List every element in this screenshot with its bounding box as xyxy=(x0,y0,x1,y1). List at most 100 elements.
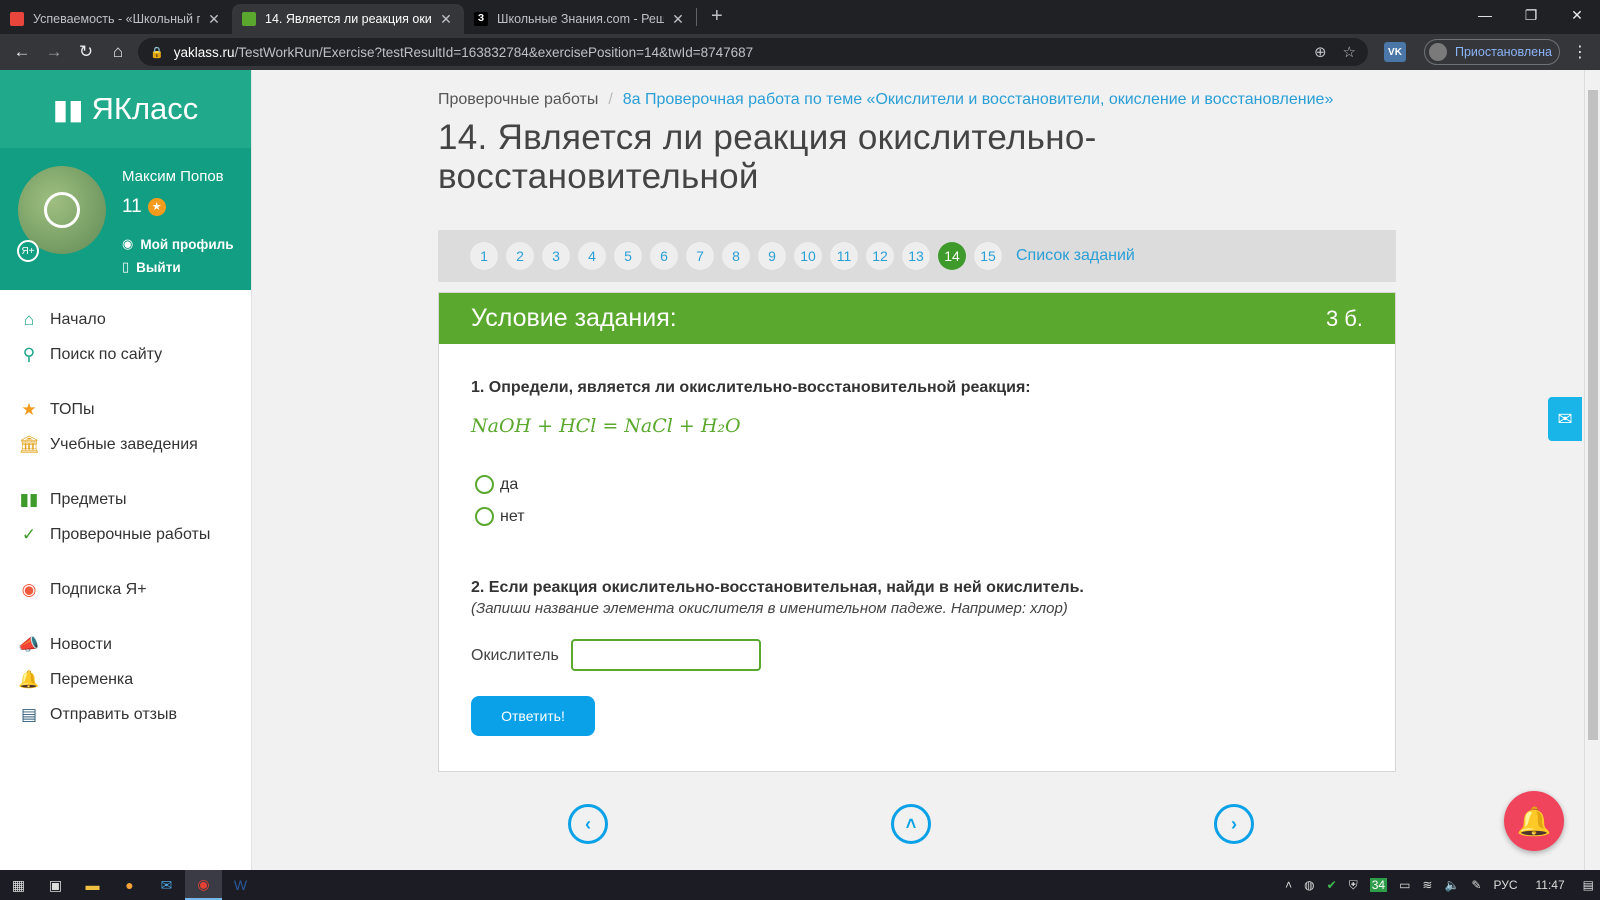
mail-icon[interactable]: ✉ xyxy=(1548,397,1582,441)
my-profile-link[interactable]: ◉ Мой профиль xyxy=(122,236,234,252)
sidebar-item-tests[interactable]: ✓ Проверочные работы xyxy=(0,517,251,552)
pager-item-13[interactable]: 13 xyxy=(902,242,930,270)
page-title: 14. Является ли реакция окислительно-вос… xyxy=(438,118,1097,196)
pager-item-11[interactable]: 11 xyxy=(830,242,858,270)
task-view-icon[interactable]: ▦ xyxy=(0,870,37,900)
ya-plus-badge-icon: Я+ xyxy=(17,240,39,262)
scrollbar-thumb[interactable] xyxy=(1588,90,1598,740)
reload-icon[interactable]: ↻ xyxy=(70,36,102,68)
task-list-link[interactable]: Список заданий xyxy=(1016,247,1135,265)
folder-icon[interactable]: ▬ xyxy=(74,870,111,900)
radio-no[interactable] xyxy=(475,507,494,526)
brand-logo[interactable]: ▮▮ ЯКласс xyxy=(0,70,251,148)
sidebar-item-break[interactable]: 🔔 Переменка xyxy=(0,662,251,697)
sidebar-item-schools[interactable]: 🏛 Учебные заведения xyxy=(0,427,251,462)
oxidizer-label: Окислитель xyxy=(471,647,559,664)
new-tab-icon[interactable]: + xyxy=(711,5,723,28)
close-window-icon[interactable]: ✕ xyxy=(1554,0,1600,30)
tray-badge[interactable]: 34 xyxy=(1369,878,1388,892)
browser-app-icon[interactable]: ● xyxy=(111,870,148,900)
option-no[interactable]: нет xyxy=(475,507,525,526)
profile-button[interactable]: Приостановлена xyxy=(1424,39,1560,65)
clock-time[interactable]: 11:47 xyxy=(1536,878,1565,892)
language-indicator[interactable]: РУС xyxy=(1493,878,1517,892)
wifi-icon[interactable]: ≋ xyxy=(1422,878,1432,892)
mail-app-icon[interactable]: ✉ xyxy=(148,870,185,900)
user-name[interactable]: Максим Попов xyxy=(122,168,224,185)
restore-icon[interactable]: ❐ xyxy=(1508,0,1554,30)
close-tab-icon[interactable]: ✕ xyxy=(670,11,686,28)
page-scrollbar[interactable] xyxy=(1584,70,1600,870)
my-profile-label: Мой профиль xyxy=(140,236,234,252)
action-center-icon[interactable]: ▤ xyxy=(1583,878,1594,892)
tab-separator xyxy=(696,8,697,26)
radio-yes[interactable] xyxy=(475,475,494,494)
address-bar[interactable]: 🔒 yaklass.ru /TestWorkRun/Exercise?testR… xyxy=(138,38,1368,66)
browser-tab-2[interactable]: 14. Является ли реакция окисли ✕ xyxy=(232,4,464,34)
oxidizer-input[interactable] xyxy=(571,639,761,671)
back-arrow-icon[interactable]: ← xyxy=(6,36,38,68)
pen-icon[interactable]: ✎ xyxy=(1471,878,1481,892)
option-yes[interactable]: да xyxy=(475,475,518,494)
word-app-icon[interactable]: W xyxy=(222,870,259,900)
battery-icon[interactable]: ▭ xyxy=(1399,878,1410,892)
sidebar-item-subscription[interactable]: ◉ Подписка Я+ xyxy=(0,572,251,607)
minimize-icon[interactable]: — xyxy=(1462,0,1508,30)
tab-title: Школьные Знания.com - Решае xyxy=(497,12,664,26)
pager-item-15[interactable]: 15 xyxy=(974,242,1002,270)
defender-icon[interactable]: ⛨ xyxy=(1349,878,1358,893)
home-button-icon[interactable]: ⌂ xyxy=(102,36,134,68)
pager-item-9[interactable]: 9 xyxy=(758,242,786,270)
profile-avatar xyxy=(1429,43,1447,61)
sidebar-item-search[interactable]: ⚲ Поиск по сайту xyxy=(0,337,251,372)
close-tab-icon[interactable]: ✕ xyxy=(438,11,454,28)
logout-link[interactable]: ▯ Выйти xyxy=(122,259,181,275)
chrome-app-icon[interactable]: ◉ xyxy=(185,870,222,900)
menu-kebab-icon[interactable]: ⋮ xyxy=(1572,42,1588,62)
shield-check-icon[interactable]: ✔ xyxy=(1327,878,1337,892)
pager-item-10[interactable]: 10 xyxy=(794,242,822,270)
pager-item-2[interactable]: 2 xyxy=(506,242,534,270)
menu-gap xyxy=(0,552,251,572)
close-tab-icon[interactable]: ✕ xyxy=(206,11,222,28)
vk-extension-icon[interactable]: VK xyxy=(1384,42,1406,62)
tray-expand-icon[interactable]: ˄ xyxy=(1285,878,1292,892)
browser-tab-3[interactable]: З Школьные Знания.com - Решае ✕ xyxy=(464,4,696,34)
bookmark-star-icon[interactable]: ☆ xyxy=(1343,43,1356,61)
pager-item-7[interactable]: 7 xyxy=(686,242,714,270)
pager-item-12[interactable]: 12 xyxy=(866,242,894,270)
next-task-icon[interactable]: › xyxy=(1214,804,1254,844)
sidebar-item-home[interactable]: ⌂ Начало xyxy=(0,302,251,337)
add-icon[interactable]: ⊕ xyxy=(1314,43,1327,61)
pager-item-5[interactable]: 5 xyxy=(614,242,642,270)
network-globe-icon[interactable]: ◍ xyxy=(1304,878,1314,892)
user-profile-panel: Я+ Максим Попов 11 ★ ◉ Мой профиль ▯ Вый… xyxy=(0,148,251,290)
sidebar-item-news[interactable]: 📣 Новости xyxy=(0,627,251,662)
school-favicon-icon xyxy=(10,12,24,26)
breadcrumb-root[interactable]: Проверочные работы xyxy=(438,91,598,108)
clock-icon xyxy=(44,192,80,228)
pager-item-8[interactable]: 8 xyxy=(722,242,750,270)
submit-answer-button[interactable]: Ответить! xyxy=(471,696,595,736)
sidebar-item-feedback[interactable]: ▤ Отправить отзыв xyxy=(0,697,251,732)
prev-task-icon[interactable]: ‹ xyxy=(568,804,608,844)
url-host: yaklass.ru xyxy=(173,44,235,60)
option-label: нет xyxy=(500,507,525,525)
breadcrumb-current[interactable]: 8а Проверочная работа по теме «Окислител… xyxy=(623,91,1334,108)
pager-item-3[interactable]: 3 xyxy=(542,242,570,270)
pager-item-1[interactable]: 1 xyxy=(470,242,498,270)
question-1: 1. Определи, является ли окислительно-во… xyxy=(471,379,1031,396)
star-icon: ★ xyxy=(21,399,37,419)
pager-item-6[interactable]: 6 xyxy=(650,242,678,270)
volume-icon[interactable]: 🔈 xyxy=(1444,878,1459,892)
window-controls: — ❐ ✕ xyxy=(1462,0,1600,30)
browser-tab-1[interactable]: Успеваемость - «Школьный пор ✕ xyxy=(0,4,232,34)
pager-item-14[interactable]: 14 xyxy=(938,242,966,270)
store-icon[interactable]: ▣ xyxy=(37,870,74,900)
forward-arrow-icon[interactable]: → xyxy=(38,36,70,68)
up-icon[interactable]: ˄ xyxy=(891,804,931,844)
sidebar-item-tops[interactable]: ★ ТОПы xyxy=(0,392,251,427)
pager-item-4[interactable]: 4 xyxy=(578,242,606,270)
sidebar-item-subjects[interactable]: ▮▮ Предметы xyxy=(0,482,251,517)
notification-bell-icon[interactable]: 🔔 xyxy=(1504,791,1564,851)
